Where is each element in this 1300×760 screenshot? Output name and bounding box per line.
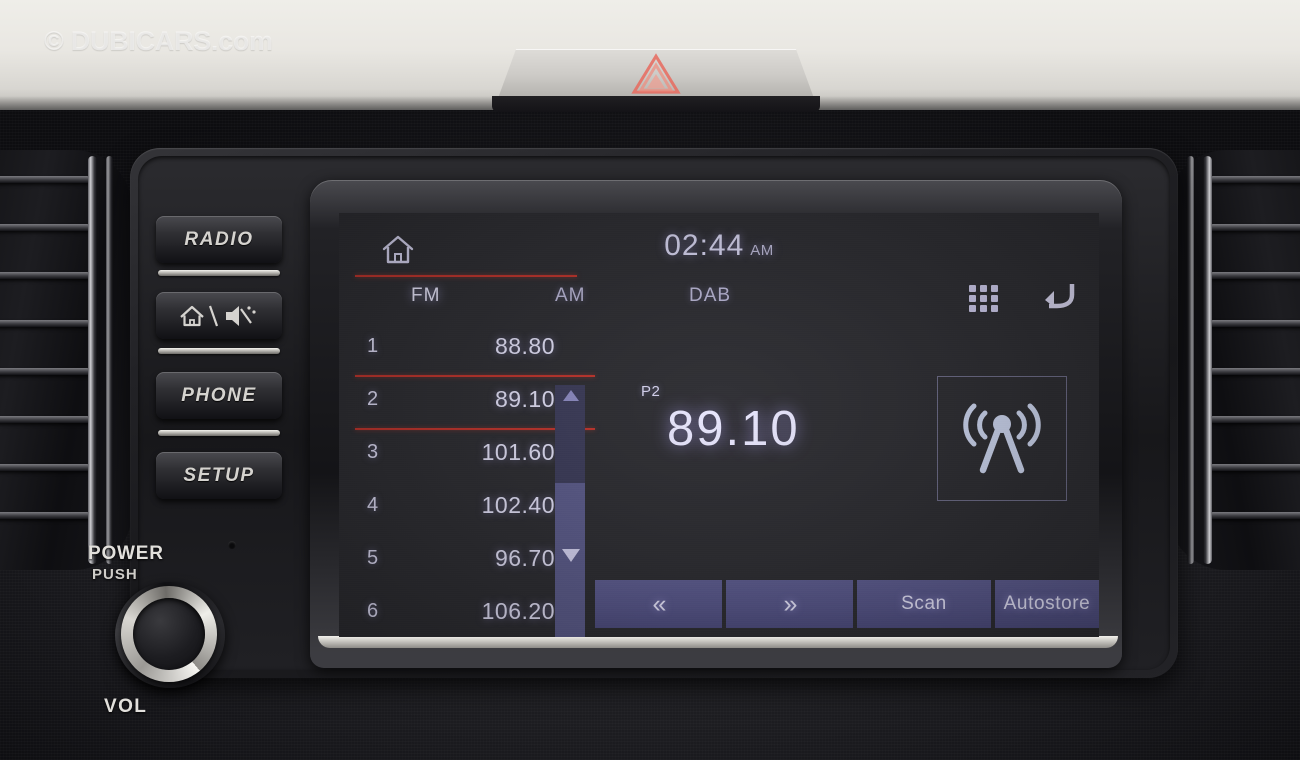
clock-time: 02:44 [664, 229, 745, 262]
scroll-up-arrow-icon[interactable] [563, 390, 579, 401]
seek-up-label: » [783, 589, 798, 618]
push-label: PUSH [92, 566, 138, 583]
button-divider-1 [158, 270, 280, 276]
screen-chrome-trim [318, 636, 1118, 648]
scan-button[interactable]: Scan [857, 580, 991, 628]
header-red-line [355, 275, 577, 277]
autostore-label: Autostore [1003, 593, 1091, 614]
volume-knob-face[interactable] [133, 598, 205, 670]
preset-number: 1 [367, 335, 379, 357]
hazard-bezel [492, 96, 820, 112]
band-tabs: FM AM DAB [339, 285, 999, 315]
clock-ampm: AM [750, 242, 774, 259]
preset-number: 4 [367, 494, 379, 516]
preset-number: 5 [367, 547, 379, 569]
vol-label: VOL [104, 696, 148, 717]
seek-down-label: « [652, 589, 667, 618]
apps-grid-icon[interactable] [969, 285, 999, 313]
phone-button[interactable]: PHONE [156, 372, 282, 419]
microphone-hole [228, 541, 236, 549]
preset-frequency: 96.70 [494, 545, 555, 571]
warning-triangle-icon [631, 53, 681, 94]
clock: 02:44 AM [339, 229, 1099, 263]
radio-antenna-icon [963, 403, 1041, 473]
back-arrow-icon[interactable] [1041, 279, 1077, 313]
tab-dab[interactable]: DAB [689, 285, 731, 307]
preset-frequency: 102.40 [481, 492, 555, 518]
preset-frequency: 101.60 [481, 439, 555, 465]
scroll-down-arrow-icon[interactable] [562, 549, 580, 562]
tab-fm[interactable]: FM [411, 285, 440, 307]
seek-up-button[interactable]: » [726, 580, 853, 628]
radio-button[interactable]: RADIO [156, 216, 282, 263]
station-logo-box [937, 376, 1067, 501]
preset-frequency: 88.80 [494, 333, 555, 359]
infotainment-screen: 02:44 AM FM AM DAB 1 88.80 2 89.10 3 101… [339, 213, 1099, 637]
control-button-row: « » Scan Autostore [595, 580, 1099, 634]
power-label: POWER [88, 543, 164, 564]
now-playing-frequency: 89.10 [667, 402, 800, 456]
button-divider-2 [158, 348, 280, 354]
seek-down-button[interactable]: « [595, 580, 722, 628]
preset-number: 2 [367, 388, 379, 410]
preset-number: 6 [367, 600, 379, 622]
air-vent-right [1168, 150, 1300, 570]
preset-frequency: 89.10 [494, 386, 555, 412]
preset-frequency: 106.20 [481, 598, 555, 624]
preset-row-1[interactable]: 1 88.80 [339, 323, 589, 376]
car-dashboard-scene: RADIO PHONE SETUP POWER PUSH VOL 02:44 A… [0, 0, 1300, 760]
preset-number: 3 [367, 441, 379, 463]
tab-am[interactable]: AM [555, 285, 586, 307]
home-mute-button[interactable] [156, 292, 282, 339]
button-divider-3 [158, 430, 280, 436]
home-mute-icon [180, 305, 256, 326]
preset-scrollbar[interactable] [551, 373, 589, 637]
phone-button-label: PHONE [181, 384, 257, 406]
autostore-button[interactable]: Autostore [995, 580, 1099, 628]
radio-button-label: RADIO [184, 228, 254, 250]
scan-label: Scan [901, 593, 947, 614]
watermark: © DUBICARS.com [44, 26, 273, 56]
hazard-warning-button[interactable] [497, 49, 815, 101]
air-vent-left [0, 150, 132, 570]
setup-button-label: SETUP [183, 464, 255, 486]
setup-button[interactable]: SETUP [156, 452, 282, 499]
now-playing-preset-label: P2 [641, 383, 661, 400]
